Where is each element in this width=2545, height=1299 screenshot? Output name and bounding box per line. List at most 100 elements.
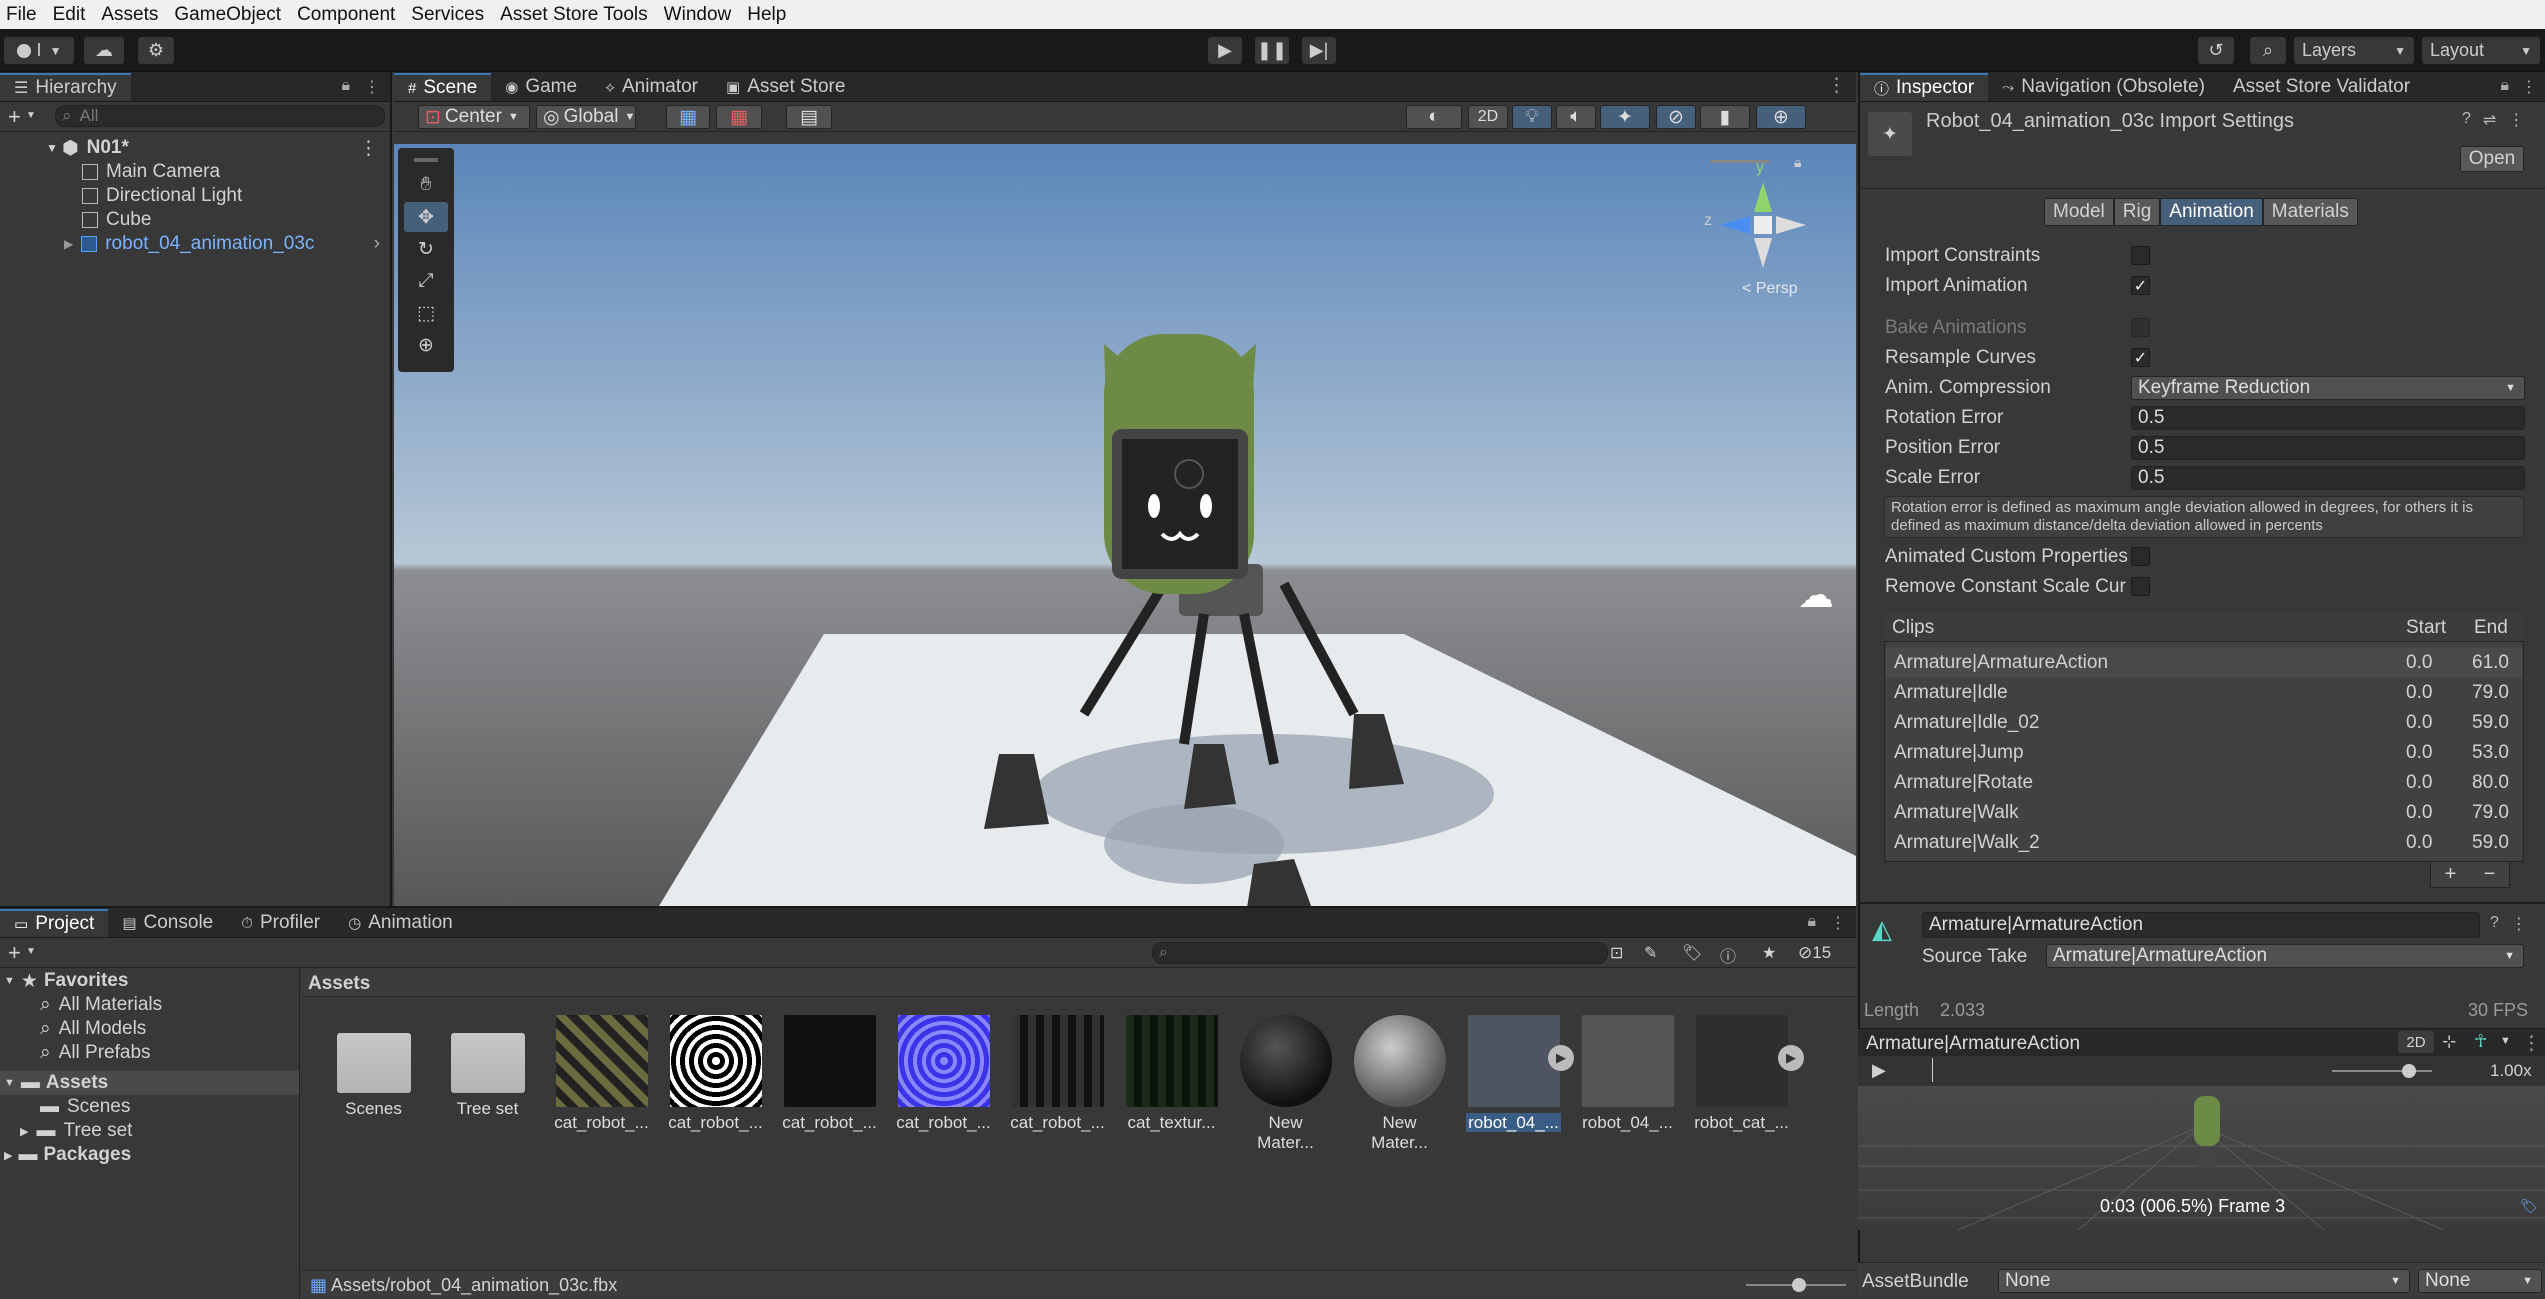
asset-texture[interactable]: cat_robot_... <box>554 1015 649 1133</box>
more-options-icon[interactable]: ⋮ <box>359 137 378 160</box>
menu-edit[interactable]: Edit <box>47 4 96 26</box>
effects-dropdown[interactable]: ✦ <box>1600 105 1650 129</box>
favorite-all-models[interactable]: ⌕ All Models <box>0 1017 299 1041</box>
scene-root-row[interactable]: ▼ ⬢ N01* ⋮ <box>0 136 390 160</box>
grid-visibility-dropdown[interactable]: ▤ <box>786 105 832 129</box>
open-button[interactable]: Open <box>2460 146 2524 172</box>
expand-asset-icon[interactable]: ▶ <box>1778 1045 1804 1071</box>
add-icon[interactable]: + <box>8 940 21 966</box>
tab-hierarchy[interactable]: ☰ Hierarchy <box>0 73 131 101</box>
clip-row[interactable]: Armature|Walk 0.0 79.0 <box>1886 798 2522 828</box>
gizmos-dropdown[interactable]: ⊕ <box>1756 105 1806 129</box>
preview-2d-toggle[interactable]: 2D <box>2398 1031 2434 1053</box>
more-options-icon[interactable]: ⋮ <box>1830 913 1846 933</box>
lighting-toggle[interactable]: 💡︎ <box>1512 105 1552 129</box>
orientation-gizmo[interactable]: 🔒︎ y z < Persp <box>1684 154 1834 304</box>
menu-file[interactable]: File <box>0 4 47 26</box>
resample-curves-checkbox[interactable]: ✓ <box>2131 348 2150 367</box>
help-icon[interactable]: ? <box>2462 110 2471 130</box>
expand-asset-icon[interactable]: ▶ <box>1548 1045 1574 1071</box>
rotate-tool-button[interactable]: ↻ <box>404 234 448 264</box>
speed-slider-track[interactable] <box>2332 1070 2432 1072</box>
chevron-right-icon[interactable]: › <box>374 233 380 255</box>
history-button[interactable]: ↺ <box>2198 37 2234 64</box>
layers-dropdown[interactable]: Layers ▼ <box>2294 37 2414 64</box>
star-icon[interactable]: ★ <box>1762 943 1776 963</box>
rect-tool-button[interactable]: ⬚ <box>404 298 448 328</box>
snap-increment-dropdown[interactable]: ▦ <box>716 105 762 129</box>
expand-arrow-icon[interactable]: ▼ <box>4 1077 15 1089</box>
asset-texture[interactable]: cat_robot_... <box>1010 1015 1105 1133</box>
draw-mode-dropdown[interactable]: ◐ <box>1406 105 1462 129</box>
scale-error-field[interactable]: 0.5 <box>2131 466 2525 490</box>
camera-settings-dropdown[interactable]: ▮ <box>1700 105 1750 129</box>
more-options-icon[interactable]: ⋮ <box>2508 110 2524 130</box>
speed-slider-thumb[interactable] <box>2402 1064 2416 1078</box>
more-options-icon[interactable]: ⋮ <box>2522 1032 2541 1055</box>
remove-clip-button[interactable]: − <box>2484 863 2496 886</box>
tab-inspector[interactable]: ⓘ Inspector <box>1860 73 1989 101</box>
breadcrumb-assets[interactable]: Assets <box>308 973 370 995</box>
avatar-icon[interactable]: ☥ <box>2474 1031 2487 1052</box>
asset-model-selected[interactable]: robot_04_... <box>1466 1015 1561 1133</box>
tab-animation[interactable]: ◷ Animation <box>334 909 467 937</box>
expand-arrow-icon[interactable]: ▼ <box>46 141 58 155</box>
assetbundle-variant-dropdown[interactable]: None ▼ <box>2418 1269 2542 1293</box>
collab-settings-button[interactable]: ⚙ <box>138 37 174 64</box>
lock-icon[interactable]: 🔒︎ <box>1794 154 1801 171</box>
clip-name-input[interactable]: Armature|ArmatureAction <box>1922 912 2480 938</box>
favorite-all-materials[interactable]: ⌕ All Materials <box>0 993 299 1017</box>
assetbundle-dropdown[interactable]: None ▼ <box>1998 1269 2410 1293</box>
tab-navigation[interactable]: ⤳ Navigation (Obsolete) <box>1988 73 2219 101</box>
animated-custom-properties-checkbox[interactable] <box>2131 547 2150 566</box>
chevron-down-icon[interactable]: ▼ <box>26 946 36 957</box>
source-take-dropdown[interactable]: Armature|ArmatureAction ▼ <box>2046 944 2524 968</box>
subtab-animation[interactable]: Animation <box>2160 198 2263 226</box>
pivot-dropdown[interactable]: ⊡ Center ▼ <box>418 105 530 129</box>
asset-model[interactable]: robot_04_... <box>1580 1015 1675 1133</box>
hierarchy-item-directional-light[interactable]: Directional Light <box>0 184 390 208</box>
more-options-icon[interactable]: ⋮ <box>2511 914 2527 934</box>
project-search-input[interactable]: ⌕ <box>1152 942 1608 964</box>
tab-asset-store[interactable]: ▣ Asset Store <box>712 73 859 101</box>
search-button[interactable]: ⌕ <box>2250 37 2286 64</box>
search-by-type-icon[interactable]: ⊡ <box>1610 943 1623 963</box>
packages-folder[interactable]: ▶ ▬ Packages <box>0 1143 299 1167</box>
assets-folder[interactable]: ▼ ▬ Assets <box>0 1071 299 1095</box>
asset-folder-tree-set[interactable]: Tree set <box>440 1015 535 1119</box>
animation-preview-viewport[interactable]: 0:03 (006.5%) Frame 3 🏷︎ <box>1858 1086 2545 1230</box>
transform-tool-button[interactable]: ⊕ <box>404 330 448 360</box>
folder-tree-set[interactable]: ▶ ▬ Tree set <box>0 1119 299 1143</box>
menu-assets[interactable]: Assets <box>95 4 168 26</box>
label-icon[interactable]: 🏷︎ <box>1682 943 1702 963</box>
more-options-icon[interactable]: ⋮ <box>1827 74 1856 101</box>
help-icon[interactable]: ? <box>2490 914 2499 934</box>
folder-scenes[interactable]: ▬ Scenes <box>0 1095 299 1119</box>
play-button[interactable]: ▶ <box>1208 37 1242 64</box>
warning-icon[interactable]: ⓘ <box>1720 943 1736 967</box>
projection-toggle[interactable]: < Persp <box>1742 280 1798 298</box>
asset-folder-scenes[interactable]: Scenes <box>326 1015 421 1119</box>
tab-scene[interactable]: # Scene <box>394 73 492 101</box>
more-options-icon[interactable]: ⋮ <box>2521 77 2537 97</box>
grid-snap-toggle[interactable]: ▦ <box>666 105 710 129</box>
menu-component[interactable]: Component <box>291 4 405 26</box>
lock-icon[interactable]: 🔒︎ <box>2500 77 2509 97</box>
menu-services[interactable]: Services <box>405 4 494 26</box>
favorites-folder[interactable]: ▼ ★ Favorites <box>0 969 299 993</box>
asset-model[interactable]: robot_cat_... <box>1694 1015 1789 1133</box>
expand-arrow-icon[interactable]: ▶ <box>4 1149 12 1162</box>
pivot-icon[interactable]: ⊹ <box>2442 1032 2456 1052</box>
asset-texture[interactable]: cat_robot_... <box>668 1015 763 1133</box>
asset-normal-map[interactable]: cat_robot_... <box>896 1015 991 1133</box>
space-dropdown[interactable]: ◎ Global ▼ <box>536 105 636 129</box>
scale-tool-button[interactable]: ⤢ <box>404 266 448 296</box>
clip-row[interactable]: Armature|ArmatureAction 0.0 61.0 <box>1886 648 2522 678</box>
tab-animator[interactable]: ⟡ Animator <box>591 73 712 101</box>
menu-window[interactable]: Window <box>658 4 742 26</box>
preview-play-button[interactable]: ▶ <box>1872 1060 1886 1081</box>
scene-viewport[interactable]: ✋︎ ✥ ↻ ⤢ ⬚ ⊕ 🔒︎ y z < Persp ☁ <box>394 144 1856 906</box>
rotation-error-field[interactable]: 0.5 <box>2131 406 2525 430</box>
hierarchy-item-main-camera[interactable]: Main Camera <box>0 160 390 184</box>
tab-project[interactable]: ▭ Project <box>0 909 109 937</box>
